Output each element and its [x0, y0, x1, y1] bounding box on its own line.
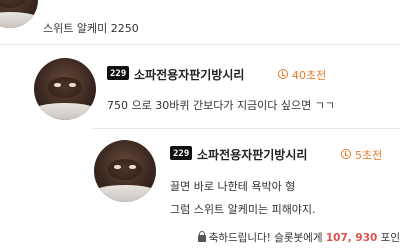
- avatar[interactable]: [94, 140, 156, 202]
- winner-notice-prefix: 축하드립니다! 슬롯봇에게: [208, 232, 326, 244]
- avatar[interactable]: [0, 0, 38, 28]
- nickname-link[interactable]: 소파전용자판기방시리: [134, 66, 244, 83]
- comment-text: 750 으로 30바퀴 간보다가 지금이다 싶으면 ㄱㄱ: [107, 99, 336, 112]
- winner-notice-suffix: 포인: [377, 232, 400, 244]
- clock-icon: [278, 69, 288, 79]
- clock-icon: [341, 149, 351, 159]
- comment-text-line: 끌면 바로 나한테 욕박아 형: [170, 180, 296, 193]
- avatar[interactable]: [34, 58, 96, 120]
- lock-icon: [197, 231, 206, 242]
- comment-text-line: 그럼 스위트 알케미는 피해야지.: [170, 203, 316, 216]
- level-badge: 229: [170, 146, 193, 160]
- divider: [92, 128, 400, 129]
- divider: [0, 44, 400, 45]
- winner-notice: 축하드립니다! 슬롯봇에게 107, 930 포인: [197, 230, 400, 245]
- comment-thread: 스위트 알케미 2250 229 소파전용자판기방시리 40초전 750 으로 …: [0, 0, 400, 252]
- timestamp: 40초전: [292, 69, 327, 82]
- timestamp: 5초전: [355, 149, 383, 162]
- level-badge: 229: [107, 66, 130, 80]
- comment-text: 스위트 알케미 2250: [43, 22, 139, 35]
- nickname-link[interactable]: 소파전용자판기방시리: [197, 146, 307, 163]
- winner-amount: 107, 930: [325, 232, 378, 244]
